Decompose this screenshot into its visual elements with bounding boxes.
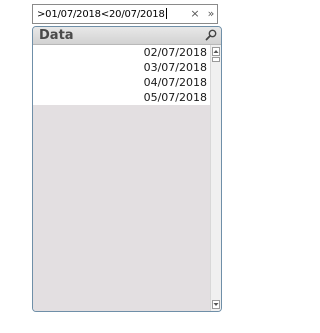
scroll-down-button[interactable] [212,300,220,309]
vertical-scrollbar[interactable] [210,45,221,311]
search-icon[interactable] [205,29,217,41]
listbox-header: Data [33,27,221,45]
expand-search-button[interactable]: » [205,7,217,21]
data-listbox: Data 02/07/2018 03/07/2018 04/07/2018 05… [32,26,222,312]
listbox-title: Data [39,28,74,43]
list-item[interactable]: 02/07/2018 [33,45,210,60]
list-item[interactable]: 03/07/2018 [33,60,210,75]
chevron-down-icon [213,303,219,306]
scroll-thumb[interactable] [212,57,220,62]
text-caret [165,8,167,19]
clear-search-button[interactable]: × [189,7,201,21]
scroll-up-button[interactable] [212,47,220,56]
search-text: >01/07/2018<20/07/2018 [37,8,167,20]
search-input[interactable]: >01/07/2018<20/07/2018 × » [32,4,218,24]
list-item[interactable]: 04/07/2018 [33,75,210,90]
list-area: 02/07/2018 03/07/2018 04/07/2018 05/07/2… [33,45,210,311]
list-item[interactable]: 05/07/2018 [33,90,210,105]
chevron-up-icon [213,50,219,53]
